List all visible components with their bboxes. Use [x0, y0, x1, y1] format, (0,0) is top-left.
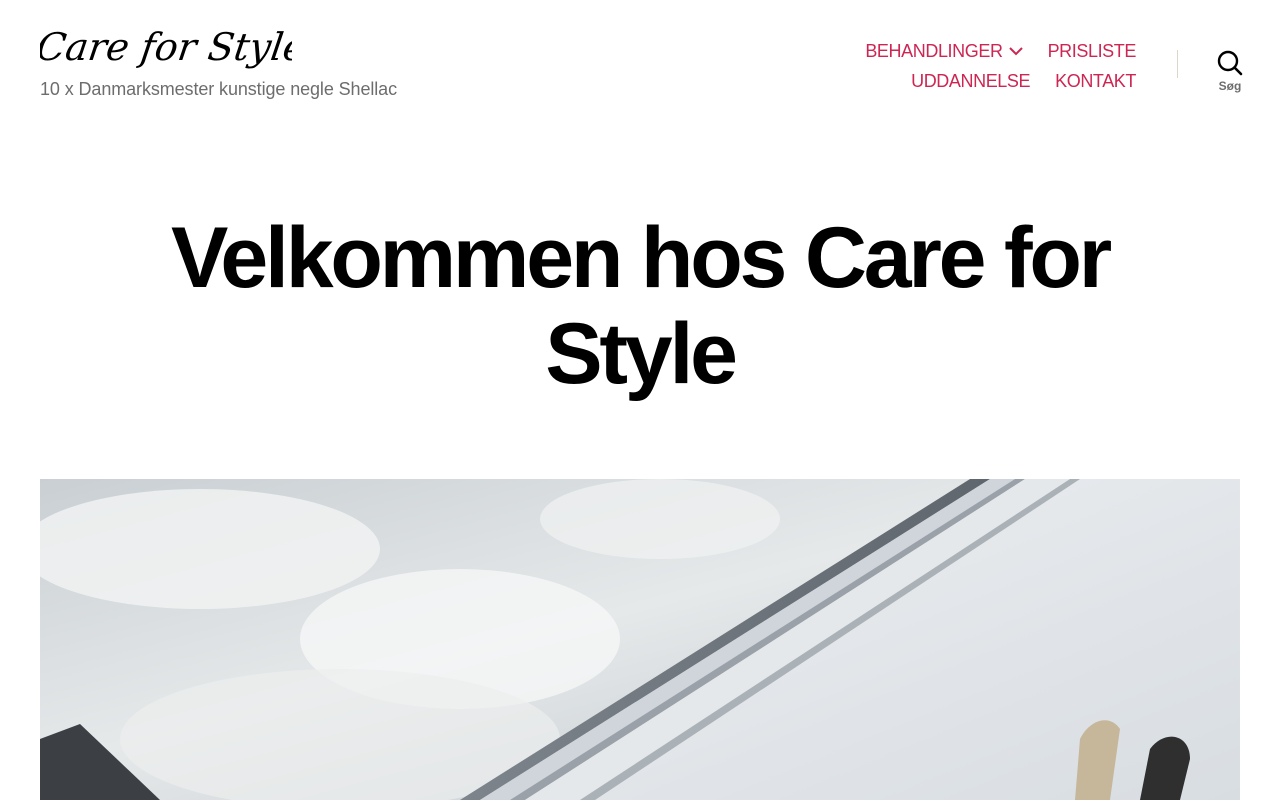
site-tagline: 10 x Danmarksmester kunstige negle Shell… — [40, 79, 397, 99]
storefront-photo — [40, 479, 1240, 800]
nav-item-prisliste[interactable]: PRISLISTE — [1048, 36, 1137, 66]
primary-navigation: BEHANDLINGER PRISLISTE UDDANNELSE KONTAK… — [716, 36, 1136, 96]
search-icon — [1217, 50, 1243, 76]
page-title: Velkommen hos Care for Style — [170, 210, 1112, 402]
logo-wordmark: Care for Style — [40, 26, 292, 70]
site-logo[interactable]: Care for Style — [40, 24, 292, 72]
nav-item-behandlinger[interactable]: BEHANDLINGER — [865, 36, 1023, 66]
site-header: Care for Style 10 x Danmarksmester kunst… — [0, 0, 1280, 130]
nav-item-kontakt[interactable]: KONTAKT — [1055, 66, 1136, 96]
chevron-down-icon[interactable] — [1008, 46, 1023, 56]
nav-item-label: BEHANDLINGER — [865, 41, 1003, 61]
header-divider — [1177, 50, 1178, 78]
search-label: Søg — [1218, 79, 1242, 93]
logo-text: Care for Style — [40, 26, 292, 70]
nav-item-uddannelse[interactable]: UDDANNELSE — [911, 66, 1030, 96]
featured-image — [40, 479, 1240, 800]
search-toggle-button[interactable]: Søg — [1210, 50, 1250, 102]
